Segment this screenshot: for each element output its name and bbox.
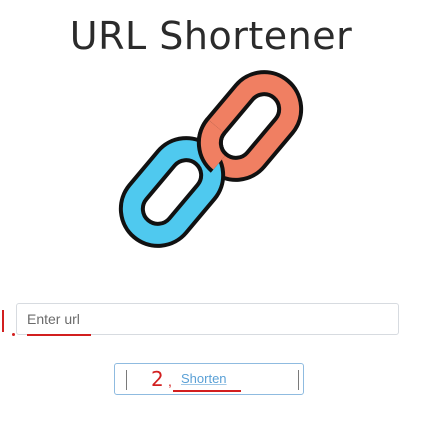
annotation-comma: , <box>168 373 172 389</box>
annotation-underline <box>173 390 241 392</box>
annotation-dot <box>12 333 15 336</box>
page-title: URL Shortener <box>69 14 353 58</box>
annotation-number: 2 <box>151 367 164 391</box>
chain-link-icon <box>118 70 304 248</box>
annotation-bar-left <box>126 370 127 390</box>
shorten-button[interactable]: 2 , Shorten <box>114 363 304 395</box>
url-input[interactable] <box>16 303 399 335</box>
shorten-button-label: Shorten <box>181 371 227 386</box>
annotation-bar-right <box>298 370 299 390</box>
annotation-marker <box>2 310 4 332</box>
annotation-underline <box>27 334 91 336</box>
